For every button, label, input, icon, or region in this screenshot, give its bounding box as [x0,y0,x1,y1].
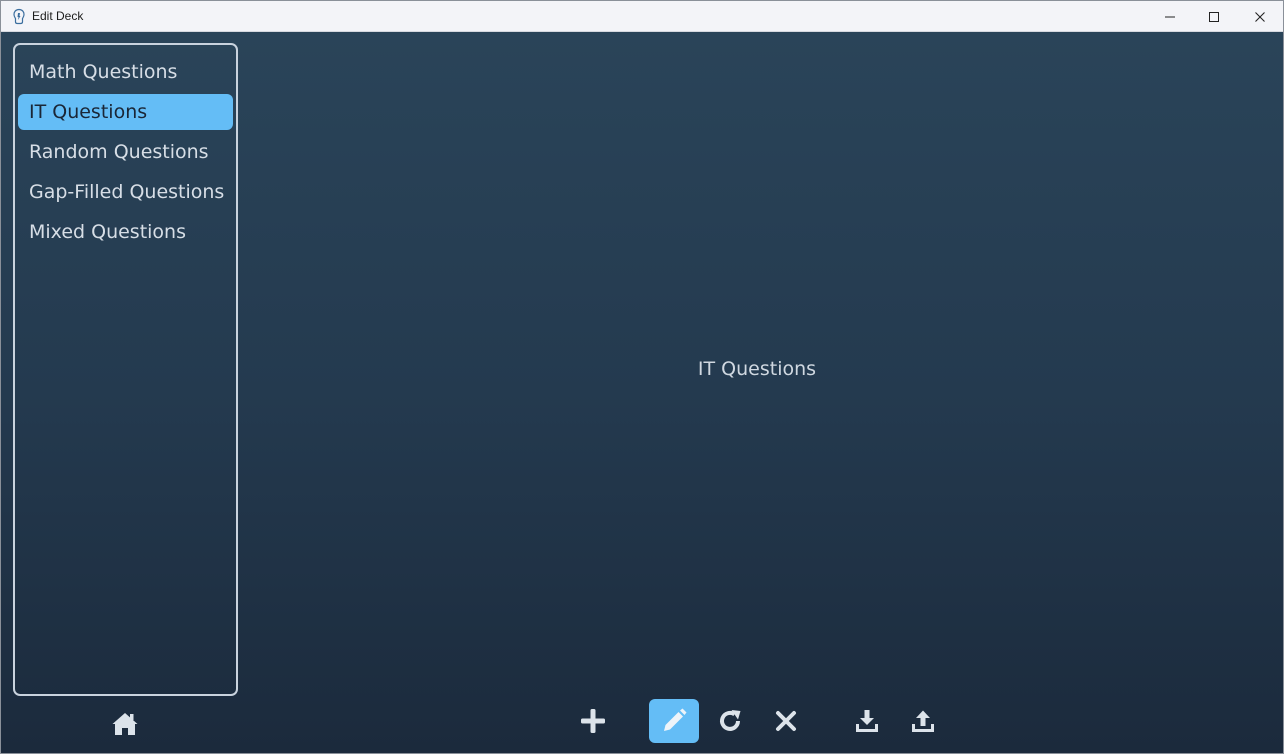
edit-question-button[interactable] [649,699,699,743]
close-icon [1255,11,1265,22]
home-button[interactable] [108,708,142,740]
import-button[interactable] [842,699,892,743]
app-window: Edit Deck Math Questions IT Questions Ra… [0,0,1284,754]
download-icon [856,710,878,732]
refresh-icon [720,710,741,731]
export-button[interactable] [898,699,948,743]
minimize-button[interactable] [1147,1,1193,32]
home-icon [112,713,138,735]
upload-icon [912,710,934,732]
delete-question-button[interactable] [761,699,811,743]
deck-item-it-questions[interactable]: IT Questions [18,94,233,130]
minimize-icon [1165,16,1175,17]
deck-item-math-questions[interactable]: Math Questions [18,54,233,90]
close-window-button[interactable] [1237,1,1283,32]
add-question-button[interactable] [568,699,618,743]
close-x-icon [776,711,796,731]
window-title: Edit Deck [32,9,84,23]
pencil-icon [664,708,687,731]
app-logo-icon [13,8,25,25]
deck-list: Math Questions IT Questions Random Quest… [13,43,238,696]
plus-icon [581,709,605,733]
selected-deck-label: IT Questions [697,358,817,380]
deck-item-mixed-questions[interactable]: Mixed Questions [18,214,233,250]
deck-item-gap-filled-questions[interactable]: Gap-Filled Questions [18,174,233,210]
maximize-icon [1209,11,1219,22]
content-area: Math Questions IT Questions Random Quest… [1,32,1283,753]
maximize-button[interactable] [1191,1,1237,32]
refresh-button[interactable] [705,699,755,743]
deck-item-random-questions[interactable]: Random Questions [18,134,233,170]
title-bar: Edit Deck [1,1,1283,32]
